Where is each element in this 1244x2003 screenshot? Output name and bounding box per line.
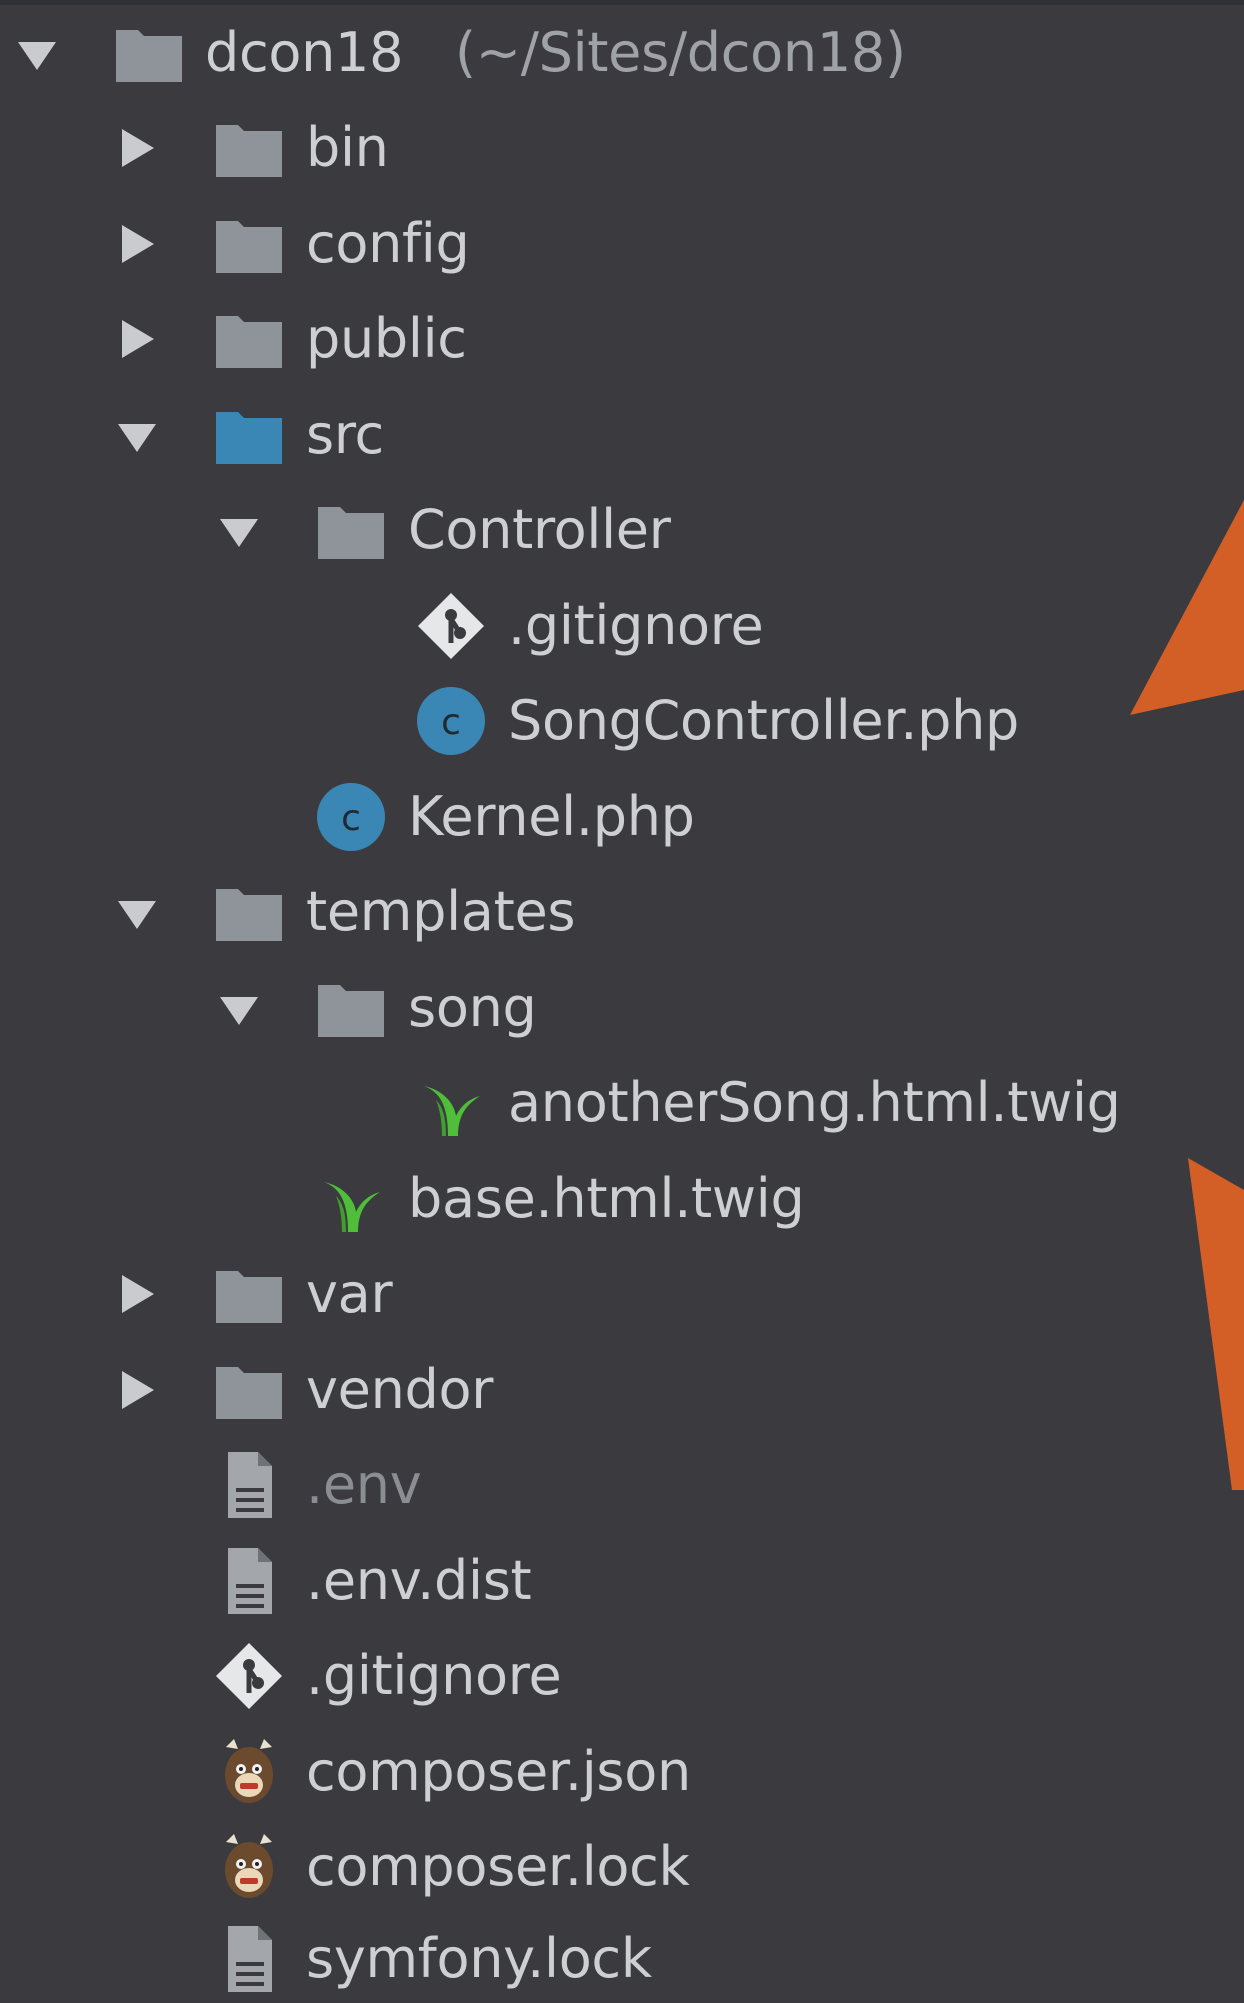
tree-row[interactable]: bin [0,100,1244,196]
tree-row[interactable]: var [0,1246,1244,1342]
folder-icon [314,493,388,567]
tree-row[interactable]: .gitignore [0,578,1244,674]
tree-item-label: src [306,403,384,466]
tree-row[interactable]: config [0,196,1244,292]
source-folder-icon [212,398,286,472]
tree-row[interactable]: src [0,387,1244,483]
text-file-icon [212,1922,286,1996]
expand-arrow-icon[interactable] [216,985,262,1031]
tree-row[interactable]: templates [0,864,1244,960]
tree-row[interactable]: .gitignore [0,1628,1244,1724]
folder-icon [212,207,286,281]
composer-icon [212,1735,286,1809]
twig-icon [414,1066,488,1140]
expand-arrow-icon[interactable] [14,30,60,76]
tree-row[interactable]: composer.lock [0,1819,1244,1915]
tree-item-label: .gitignore [508,594,764,657]
tree-item-label: public [306,307,467,370]
project-name: dcon18 [205,21,404,84]
git-icon [414,589,488,663]
tree-item-label: symfony.lock [306,1927,652,1990]
twig-icon [314,1162,388,1236]
tree-row-root[interactable]: dcon18 (~/Sites/dcon18) [0,5,1244,101]
tree-item-label: .gitignore [306,1644,562,1707]
tree-item-label: composer.json [306,1740,691,1803]
tree-item-label: SongController.php [508,689,1020,752]
text-file-icon [212,1448,286,1522]
tree-row[interactable]: composer.json [0,1724,1244,1820]
tree-item-label: bin [306,116,389,179]
tree-row[interactable]: vendor [0,1342,1244,1438]
tree-item-label: .env [306,1453,422,1516]
svg-text:c: c [441,702,461,743]
tree-row[interactable]: c Kernel.php [0,769,1244,865]
svg-text:c: c [341,798,361,839]
folder-icon [212,1257,286,1331]
tree-row[interactable]: Controller [0,482,1244,578]
tree-row[interactable]: anotherSong.html.twig [0,1055,1244,1151]
php-class-icon: c [414,684,488,758]
tree-item-label: Controller [408,498,671,561]
collapse-arrow-icon[interactable] [114,1367,160,1413]
collapse-arrow-icon[interactable] [114,125,160,171]
text-file-icon [212,1544,286,1618]
collapse-arrow-icon[interactable] [114,316,160,362]
folder-icon [212,302,286,376]
tree-item-label: composer.lock [306,1835,690,1898]
collapse-arrow-icon[interactable] [114,1271,160,1317]
folder-icon [212,875,286,949]
folder-icon [314,971,388,1045]
tree-item-label: vendor [306,1358,494,1421]
tree-item-label: anotherSong.html.twig [508,1071,1121,1134]
tree-item-label: Kernel.php [408,785,695,848]
tree-row[interactable]: public [0,291,1244,387]
tree-row[interactable]: base.html.twig [0,1151,1244,1247]
tree-row[interactable]: .env.dist [0,1533,1244,1629]
composer-icon [212,1830,286,1904]
collapse-arrow-icon[interactable] [114,221,160,267]
tree-item-label: .env.dist [306,1549,532,1612]
tree-row[interactable]: c SongController.php [0,673,1244,769]
tree-row[interactable]: .env [0,1437,1244,1533]
tree-item-label: song [408,976,537,1039]
tree-item-label: var [306,1262,393,1325]
project-path: (~/Sites/dcon18) [455,21,906,84]
tree-item-label: base.html.twig [408,1167,805,1230]
project-tree: dcon18 (~/Sites/dcon18) bin config publi… [0,0,1244,2003]
tree-row[interactable]: song [0,960,1244,1056]
expand-arrow-icon[interactable] [216,507,262,553]
tree-item-label: templates [306,880,576,943]
expand-arrow-icon[interactable] [114,889,160,935]
folder-icon [112,16,186,90]
php-class-icon: c [314,780,388,854]
folder-icon [212,111,286,185]
git-icon [212,1639,286,1713]
folder-icon [212,1353,286,1427]
tree-row[interactable]: symfony.lock [0,1915,1244,2003]
expand-arrow-icon[interactable] [114,412,160,458]
tree-item-label: config [306,212,470,275]
